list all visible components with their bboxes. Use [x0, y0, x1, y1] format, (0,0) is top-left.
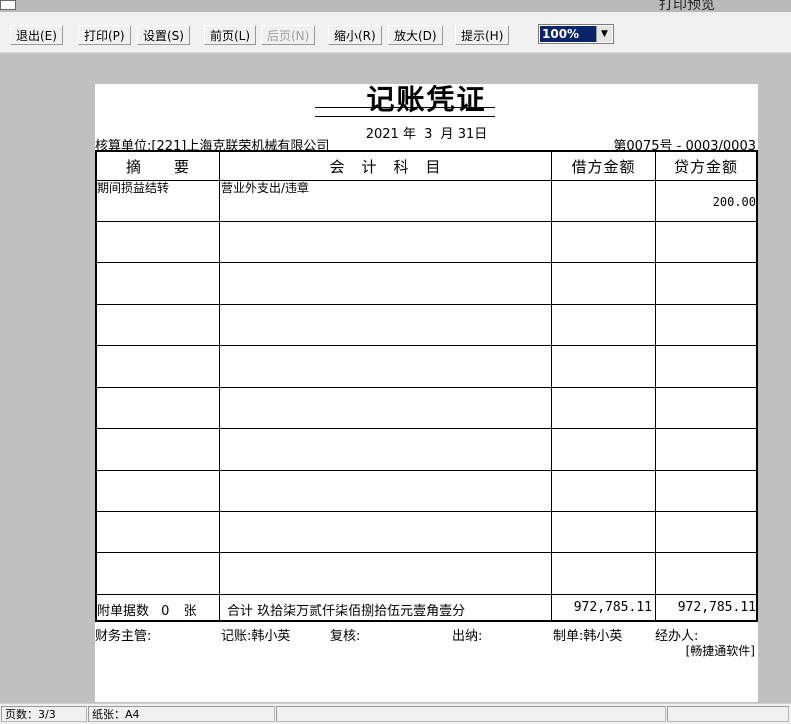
- print-button[interactable]: 打印(P): [78, 25, 131, 45]
- date-day-label: 日: [474, 127, 488, 142]
- header-summary: 摘 要: [125, 158, 190, 176]
- chevron-down-icon[interactable]: ▼: [596, 26, 612, 42]
- attachments: 附单据数 0 张: [97, 600, 197, 619]
- zoom-out-button[interactable]: 缩小(R): [328, 25, 382, 45]
- settings-button[interactable]: 设置(S): [137, 25, 190, 45]
- hint-button[interactable]: 提示(H): [455, 25, 510, 45]
- window-title: 打印预览: [659, 0, 715, 12]
- total-text: 合计 玖拾柒万贰仟柒佰捌拾伍元壹角壹分: [227, 604, 466, 619]
- zoom-select[interactable]: 100% ▼: [538, 24, 614, 44]
- sign-finance-manager: 财务主管:: [95, 629, 152, 644]
- header-account: 会 计 科 目: [329, 158, 442, 176]
- status-pages: 页数：3/3: [1, 706, 87, 722]
- col-divider: [219, 152, 220, 620]
- sign-bookkeeper: 记账:韩小英: [221, 629, 291, 644]
- header-debit: 借方金额: [571, 158, 636, 176]
- row-divider: [97, 221, 756, 222]
- date-month: 3: [424, 127, 433, 142]
- row-divider: [97, 428, 756, 429]
- header-credit: 贷方金额: [673, 158, 738, 176]
- total-credit: 972,785.11: [677, 600, 756, 615]
- row-divider: [97, 262, 756, 263]
- date-month-label: 月: [440, 127, 454, 142]
- zoom-value: 100%: [540, 26, 596, 42]
- entry-account: 营业外支出/违章: [221, 181, 310, 195]
- title-double-rule: [315, 107, 495, 117]
- voucher-page: 记账凭证 2021 年 3 月 31日 核算单位:[221]上海克联荣机械有限公…: [95, 84, 758, 702]
- next-page-button[interactable]: 后页(N): [261, 25, 316, 45]
- col-divider: [551, 152, 552, 620]
- total-debit: 972,785.11: [573, 600, 652, 615]
- row-divider: [97, 511, 756, 512]
- col-divider: [655, 152, 656, 620]
- row-divider: [97, 594, 756, 595]
- row-divider: [97, 470, 756, 471]
- prev-page-button[interactable]: 前页(L): [204, 25, 257, 45]
- date-year: 2021: [365, 127, 399, 142]
- sign-cashier: 出纳:: [452, 629, 483, 644]
- date-day: 31: [457, 127, 475, 142]
- row-divider: [97, 304, 756, 305]
- attachments-label: 附单据数: [97, 604, 150, 619]
- zoom-in-button[interactable]: 放大(D): [388, 25, 443, 45]
- status-bar: 页数：3/3 纸张：A4: [0, 703, 791, 724]
- exit-button[interactable]: 退出(E): [10, 25, 63, 45]
- software-label: [畅捷通软件]: [685, 644, 755, 658]
- sign-reviewer: 复核:: [330, 629, 361, 644]
- sign-preparer: 制单:韩小英: [553, 629, 623, 644]
- status-panel: [667, 706, 789, 722]
- status-paper: 纸张：A4: [88, 706, 275, 722]
- voucher-table: 摘 要 会 计 科 目 借方金额 贷方金额 期间损益结转 营业外支出/违章 20…: [95, 150, 758, 622]
- date-year-label: 年: [402, 127, 416, 142]
- row-divider: [97, 345, 756, 346]
- toolbar: 退出(E) 打印(P) 设置(S) 前页(L) 后页(N) 缩小(R) 放大(D…: [0, 12, 791, 53]
- app-icon: [0, 0, 16, 10]
- title-bar: 打印预览: [0, 0, 791, 12]
- entry-summary: 期间损益结转: [97, 181, 170, 195]
- entry-credit: 200.00: [712, 195, 756, 209]
- row-divider: [97, 552, 756, 553]
- attachments-unit: 张: [183, 604, 197, 619]
- row-divider: [97, 387, 756, 388]
- status-panel: [276, 706, 666, 722]
- attachments-count: 0: [161, 604, 170, 619]
- row-divider: [97, 180, 756, 181]
